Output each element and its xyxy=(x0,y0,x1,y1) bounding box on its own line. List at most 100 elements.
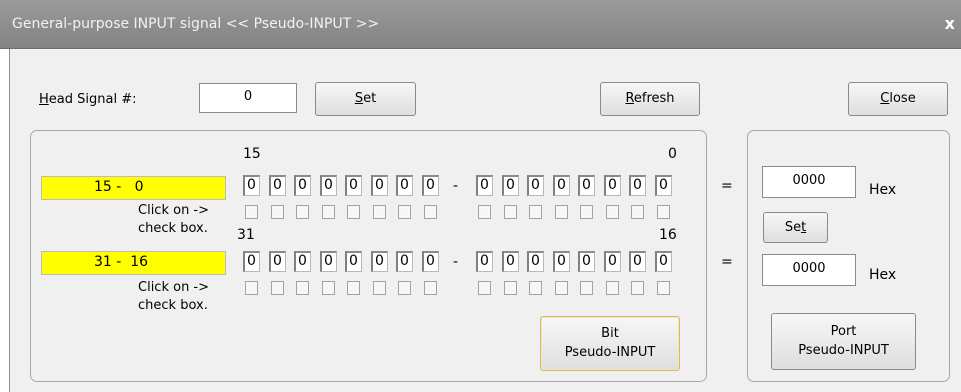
bit-checkbox[interactable] xyxy=(478,205,491,219)
head-signal-label-text: ead Signal #: xyxy=(48,92,137,107)
head-set-text: et xyxy=(363,91,377,106)
bit-checkbox[interactable] xyxy=(347,281,360,295)
bit-value-box: 0 xyxy=(396,251,413,272)
bit-value-box: 0 xyxy=(476,251,493,272)
bit-checkbox[interactable] xyxy=(529,281,542,295)
bit-value-box: 0 xyxy=(371,175,388,196)
bit-checkbox[interactable] xyxy=(373,205,386,219)
row1-hex-input[interactable]: 0000 xyxy=(762,166,856,198)
bit-checkbox[interactable] xyxy=(529,205,542,219)
port-pseudo-input-button[interactable]: Port Pseudo-INPUT xyxy=(771,313,916,370)
dialog-client-area: Head Signal #: 0 Set Refresh Close 15 0 … xyxy=(9,49,961,392)
bit-checkbox[interactable] xyxy=(606,205,619,219)
bit-value-box: 0 xyxy=(604,175,621,196)
head-set-hotkey: S xyxy=(354,91,364,106)
row1-dash: - xyxy=(453,178,459,194)
close-hotkey: C xyxy=(880,91,890,106)
row2-checkbox-hint: check box. xyxy=(138,298,208,313)
head-signal-label: Head Signal #: xyxy=(39,92,136,107)
bit-checkbox[interactable] xyxy=(580,281,593,295)
bit-checkbox[interactable] xyxy=(657,205,670,219)
row2-hex-input[interactable]: 0000 xyxy=(762,254,856,286)
close-button[interactable]: Close xyxy=(848,82,948,116)
bit-checkbox[interactable] xyxy=(398,281,411,295)
head-signal-label-hotkey: H xyxy=(39,92,49,107)
row2-equals: = xyxy=(721,254,733,270)
bit-checkbox[interactable] xyxy=(631,281,644,295)
bit-value-box: 0 xyxy=(553,251,570,272)
bit-value-box: 0 xyxy=(578,175,595,196)
bit-value-box: 0 xyxy=(320,251,337,272)
bit-value-box: 0 xyxy=(243,251,260,272)
bit-value-box: 0 xyxy=(294,175,311,196)
row2-bit-low-label: 16 xyxy=(659,227,677,243)
bit-checkbox[interactable] xyxy=(555,205,568,219)
port-button-line2: Pseudo-INPUT xyxy=(798,343,889,358)
bit-checkbox[interactable] xyxy=(555,281,568,295)
row1-bit-high-label: 15 xyxy=(243,146,261,162)
head-signal-input[interactable]: 0 xyxy=(199,83,297,113)
bit-button-line1: Bit xyxy=(601,326,619,341)
refresh-hotkey: R xyxy=(625,91,634,106)
bit-value-box: 0 xyxy=(527,251,544,272)
bit-checkbox[interactable] xyxy=(424,281,437,295)
bit-checkbox[interactable] xyxy=(245,281,258,295)
title-bar[interactable]: General-purpose INPUT signal << Pseudo-I… xyxy=(0,0,961,49)
bit-checkbox[interactable] xyxy=(296,205,309,219)
bit-checkbox[interactable] xyxy=(296,281,309,295)
bit-checkbox[interactable] xyxy=(398,205,411,219)
bit-checkbox[interactable] xyxy=(347,205,360,219)
bit-checkbox[interactable] xyxy=(580,205,593,219)
bit-checkbox[interactable] xyxy=(322,205,335,219)
refresh-button[interactable]: Refresh xyxy=(600,82,700,116)
row2-click-hint: Click on -> xyxy=(138,280,210,295)
bit-value-box: 0 xyxy=(345,251,362,272)
bit-checkbox[interactable] xyxy=(504,281,517,295)
bit-value-box: 0 xyxy=(422,251,439,272)
row1-hex-unit: Hex xyxy=(869,182,897,198)
dialog-window: General-purpose INPUT signal << Pseudo-I… xyxy=(0,0,961,392)
refresh-text: efresh xyxy=(633,91,675,106)
bit-checkbox[interactable] xyxy=(322,281,335,295)
bit-checkbox[interactable] xyxy=(245,205,258,219)
bit-value-box: 0 xyxy=(422,175,439,196)
bit-value-box: 0 xyxy=(320,175,337,196)
close-icon[interactable]: x xyxy=(945,14,955,33)
row2-hex-unit: Hex xyxy=(869,267,897,283)
bit-pseudo-input-button[interactable]: Bit Pseudo-INPUT xyxy=(540,316,680,371)
bit-checkbox[interactable] xyxy=(631,205,644,219)
bit-value-box: 0 xyxy=(502,175,519,196)
bit-checkbox[interactable] xyxy=(271,205,284,219)
bit-value-box: 0 xyxy=(604,251,621,272)
row1-click-hint: Click on -> xyxy=(138,203,210,218)
bit-checkbox[interactable] xyxy=(478,281,491,295)
bit-value-box: 0 xyxy=(371,251,388,272)
bit-value-box: 0 xyxy=(629,251,646,272)
bit-value-box: 0 xyxy=(396,175,413,196)
bit-value-box: 0 xyxy=(578,251,595,272)
bit-checkbox[interactable] xyxy=(373,281,386,295)
close-text: lose xyxy=(889,91,916,106)
bit-value-box: 0 xyxy=(502,251,519,272)
bit-checkbox[interactable] xyxy=(606,281,619,295)
row1-equals: = xyxy=(721,178,733,194)
port-button-line1: Port xyxy=(830,324,857,339)
port-set-hotkey: t xyxy=(801,220,807,235)
bit-value-box: 0 xyxy=(655,175,672,196)
bit-checkbox[interactable] xyxy=(657,281,670,295)
head-set-button[interactable]: Set xyxy=(315,82,416,116)
row2-dash: - xyxy=(453,254,459,270)
bit-checkbox[interactable] xyxy=(504,205,517,219)
bit-checkbox[interactable] xyxy=(424,205,437,219)
row2-bit-high-label: 31 xyxy=(237,227,255,243)
window-title: General-purpose INPUT signal << Pseudo-I… xyxy=(12,16,380,32)
bit-value-box: 0 xyxy=(629,175,646,196)
bit-value-box: 0 xyxy=(294,251,311,272)
bit-checkbox[interactable] xyxy=(271,281,284,295)
bit-value-box: 0 xyxy=(527,175,544,196)
bit-value-box: 0 xyxy=(345,175,362,196)
bit-value-box: 0 xyxy=(243,175,260,196)
port-set-button[interactable]: Set xyxy=(763,212,828,243)
row2-range-label: 31 - 16 xyxy=(41,251,226,275)
bit-button-line2: Pseudo-INPUT xyxy=(564,345,656,360)
